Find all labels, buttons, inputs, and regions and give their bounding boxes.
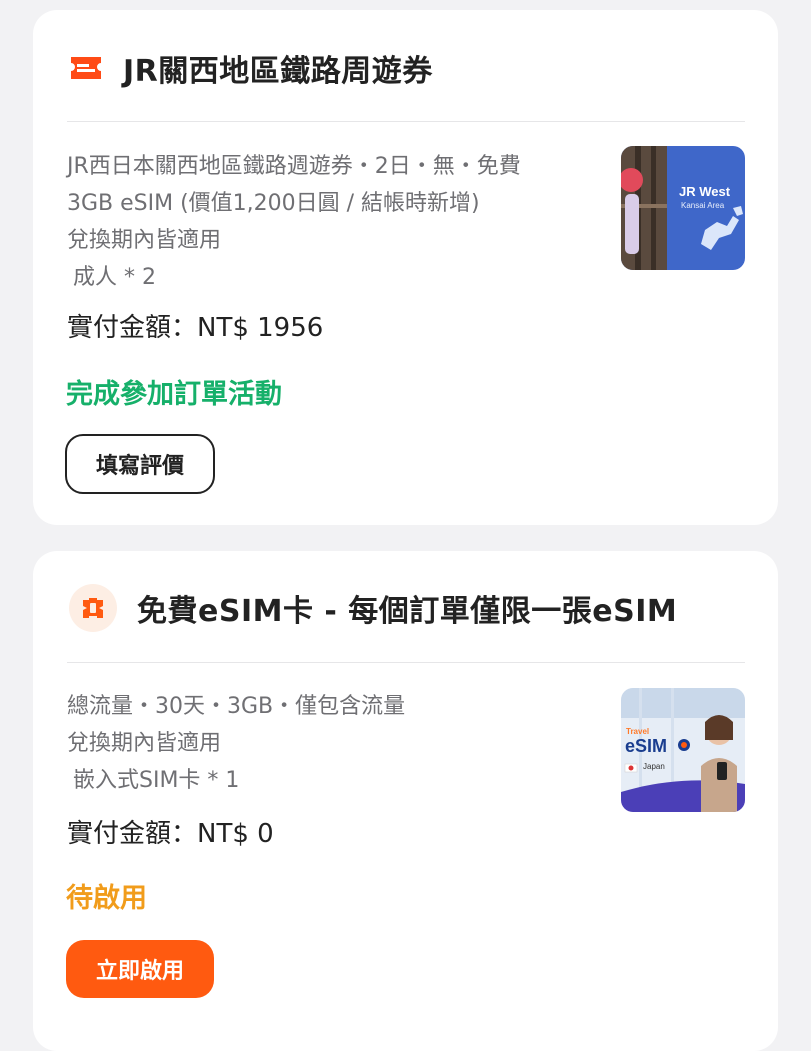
product-thumbnail[interactable]: Travel eSIM Japan (621, 688, 745, 812)
order-title: 免費eSIM卡 - 每個訂單僅限一張eSIM (137, 594, 678, 629)
activate-now-button[interactable]: 立即啟用 (66, 940, 214, 998)
order-status: 待啟用 (66, 883, 147, 914)
product-thumbnail[interactable]: JR West Kansai Area (621, 146, 745, 270)
divider (67, 662, 745, 663)
quantity-text: 成人 * 2 (73, 265, 156, 290)
detail-line: 總流量・30天・3GB・僅包含流量 (67, 694, 406, 719)
detail-line: 3GB eSIM (價值1,200日圓 / 結帳時新增) (67, 191, 480, 216)
quantity-text: 嵌入式SIM卡 * 1 (73, 768, 240, 793)
paid-amount: 實付金額：NT$ 0 (67, 819, 274, 849)
esim-icon (69, 584, 117, 632)
divider (67, 121, 745, 122)
order-card-jr-pass[interactable]: JR關西地區鐵路周遊券 JR西日本關西地區鐵路週遊券・2日・無・免費 3GB e… (33, 10, 778, 525)
thumb-brand: eSIM (625, 736, 668, 756)
detail-line: 兌換期內皆適用 (67, 731, 222, 756)
order-title: JR關西地區鐵路周遊券 (123, 54, 433, 89)
order-header: 免費eSIM卡 - 每個訂單僅限一張eSIM (69, 551, 742, 665)
paid-amount: 實付金額：NT$ 1956 (67, 313, 324, 343)
order-status: 完成參加訂單活動 (66, 379, 282, 410)
thumb-subtitle: Kansai Area (681, 201, 725, 210)
order-details: JR西日本關西地區鐵路週遊券・2日・無・免費 3GB eSIM (價值1,200… (67, 148, 607, 296)
order-details: 總流量・30天・3GB・僅包含流量 兌換期內皆適用 嵌入式SIM卡 * 1 (67, 688, 607, 799)
thumb-country: Japan (643, 762, 665, 771)
detail-line: 兌換期內皆適用 (67, 228, 222, 253)
detail-line: JR西日本關西地區鐵路週遊券・2日・無・免費 (67, 154, 521, 179)
ticket-icon (69, 51, 103, 85)
write-review-button[interactable]: 填寫評價 (65, 434, 215, 494)
thumb-tag: Travel (626, 727, 650, 736)
order-header: JR關西地區鐵路周遊券 (69, 10, 742, 126)
thumb-title: JR West (679, 184, 731, 199)
order-card-esim[interactable]: 免費eSIM卡 - 每個訂單僅限一張eSIM 總流量・30天・3GB・僅包含流量… (33, 551, 778, 1051)
